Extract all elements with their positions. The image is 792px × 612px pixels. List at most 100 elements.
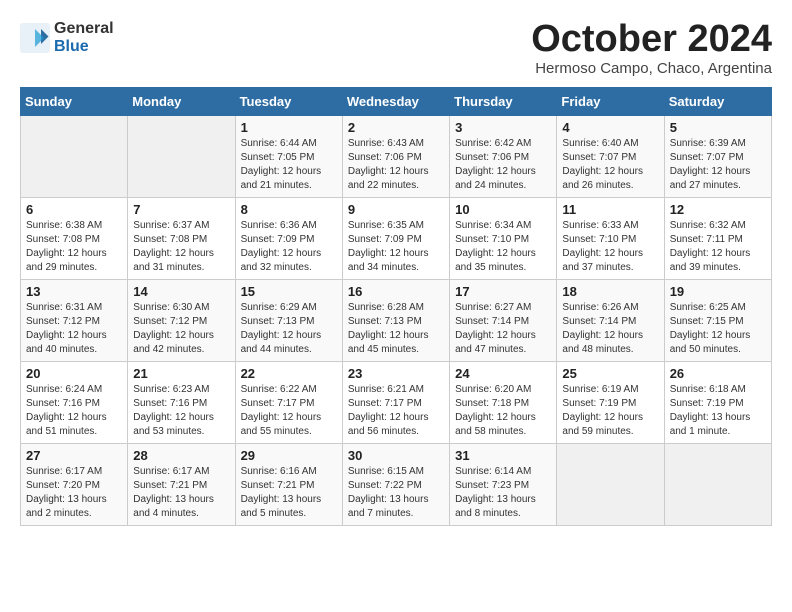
calendar-cell (21, 116, 128, 198)
weekday-header-row: SundayMondayTuesdayWednesdayThursdayFrid… (21, 88, 772, 116)
cell-info: Sunrise: 6:36 AMSunset: 7:09 PMDaylight:… (241, 219, 337, 275)
logo-text: General Blue (54, 20, 114, 55)
cell-info: Sunrise: 6:34 AMSunset: 7:10 PMDaylight:… (455, 219, 551, 275)
day-number: 28 (133, 448, 229, 463)
weekday-header-monday: Monday (128, 88, 235, 116)
location-subtitle: Hermoso Campo, Chaco, Argentina (531, 60, 772, 77)
calendar-cell: 19 Sunrise: 6:25 AMSunset: 7:15 PMDayligh… (664, 280, 771, 362)
calendar-cell: 6Sunrise: 6:38 AMSunset: 7:08 PMDaylight… (21, 198, 128, 280)
calendar-cell: 25 Sunrise: 6:19 AMSunset: 7:19 PMDayligh… (557, 362, 664, 444)
calendar-cell: 17 Sunrise: 6:27 AMSunset: 7:14 PMDayligh… (450, 280, 557, 362)
cell-info: Sunrise: 6:32 AMSunset: 7:11 PMDaylight:… (670, 219, 766, 275)
calendar-cell: 10 Sunrise: 6:34 AMSunset: 7:10 PMDayligh… (450, 198, 557, 280)
day-number: 10 (455, 202, 551, 217)
weekday-header-friday: Friday (557, 88, 664, 116)
calendar-cell: 28 Sunrise: 6:17 AMSunset: 7:21 PMDayligh… (128, 444, 235, 526)
cell-info: Sunrise: 6:17 AMSunset: 7:21 PMDaylight:… (133, 465, 229, 521)
calendar-cell: 27 Sunrise: 6:17 AMSunset: 7:20 PMDayligh… (21, 444, 128, 526)
cell-info: Sunrise: 6:18 AMSunset: 7:19 PMDaylight:… (670, 383, 766, 439)
week-row-3: 13Sunrise: 6:31 AMSunset: 7:12 PMDayligh… (21, 280, 772, 362)
calendar-cell: 31Sunrise: 6:14 AMSunset: 7:23 PMDayligh… (450, 444, 557, 526)
cell-info: Sunrise: 6:22 AMSunset: 7:17 PMDaylight:… (241, 383, 337, 439)
day-number: 8 (241, 202, 337, 217)
cell-info: Sunrise: 6:17 AMSunset: 7:20 PMDaylight:… (26, 465, 122, 521)
cell-info: Sunrise: 6:21 AMSunset: 7:17 PMDaylight:… (348, 383, 444, 439)
day-number: 11 (562, 202, 658, 217)
weekday-header-wednesday: Wednesday (342, 88, 449, 116)
day-number: 18 (562, 284, 658, 299)
cell-info: Sunrise: 6:24 AMSunset: 7:16 PMDaylight:… (26, 383, 122, 439)
cell-info: Sunrise: 6:19 AMSunset: 7:19 PMDaylight:… (562, 383, 658, 439)
calendar-cell: 16 Sunrise: 6:28 AMSunset: 7:13 PMDayligh… (342, 280, 449, 362)
day-number: 7 (133, 202, 229, 217)
day-number: 4 (562, 120, 658, 135)
calendar-cell: 23 Sunrise: 6:21 AMSunset: 7:17 PMDayligh… (342, 362, 449, 444)
weekday-header-sunday: Sunday (21, 88, 128, 116)
calendar-cell: 29 Sunrise: 6:16 AMSunset: 7:21 PMDayligh… (235, 444, 342, 526)
title-block: October 2024 Hermoso Campo, Chaco, Argen… (531, 20, 772, 77)
calendar-cell: 1 Sunrise: 6:44 AMSunset: 7:05 PMDaylight… (235, 116, 342, 198)
calendar-cell (664, 444, 771, 526)
day-number: 16 (348, 284, 444, 299)
page-header: General Blue October 2024 Hermoso Campo,… (20, 20, 772, 77)
calendar-cell: 8 Sunrise: 6:36 AMSunset: 7:09 PMDaylight… (235, 198, 342, 280)
day-number: 29 (241, 448, 337, 463)
calendar-cell: 2Sunrise: 6:43 AMSunset: 7:06 PMDaylight… (342, 116, 449, 198)
cell-info: Sunrise: 6:23 AMSunset: 7:16 PMDaylight:… (133, 383, 229, 439)
day-number: 23 (348, 366, 444, 381)
calendar-cell: 24 Sunrise: 6:20 AMSunset: 7:18 PMDayligh… (450, 362, 557, 444)
logo-general: General (54, 20, 114, 38)
calendar-table: SundayMondayTuesdayWednesdayThursdayFrid… (20, 87, 772, 526)
week-row-4: 20Sunrise: 6:24 AMSunset: 7:16 PMDayligh… (21, 362, 772, 444)
day-number: 30 (348, 448, 444, 463)
day-number: 27 (26, 448, 122, 463)
day-number: 1 (241, 120, 337, 135)
cell-info: Sunrise: 6:35 AMSunset: 7:09 PMDaylight:… (348, 219, 444, 275)
cell-info: Sunrise: 6:29 AMSunset: 7:13 PMDaylight:… (241, 301, 337, 357)
calendar-cell: 26 Sunrise: 6:18 AMSunset: 7:19 PMDayligh… (664, 362, 771, 444)
calendar-cell (557, 444, 664, 526)
week-row-1: 1 Sunrise: 6:44 AMSunset: 7:05 PMDaylight… (21, 116, 772, 198)
day-number: 19 (670, 284, 766, 299)
cell-info: Sunrise: 6:28 AMSunset: 7:13 PMDaylight:… (348, 301, 444, 357)
calendar-cell: 15 Sunrise: 6:29 AMSunset: 7:13 PMDayligh… (235, 280, 342, 362)
day-number: 25 (562, 366, 658, 381)
weekday-header-thursday: Thursday (450, 88, 557, 116)
calendar-cell: 30 Sunrise: 6:15 AMSunset: 7:22 PMDayligh… (342, 444, 449, 526)
day-number: 3 (455, 120, 551, 135)
day-number: 17 (455, 284, 551, 299)
weekday-header-tuesday: Tuesday (235, 88, 342, 116)
cell-info: Sunrise: 6:20 AMSunset: 7:18 PMDaylight:… (455, 383, 551, 439)
cell-info: Sunrise: 6:27 AMSunset: 7:14 PMDaylight:… (455, 301, 551, 357)
cell-info: Sunrise: 6:14 AMSunset: 7:23 PMDaylight:… (455, 465, 551, 521)
logo: General Blue (20, 20, 114, 55)
cell-info: Sunrise: 6:30 AMSunset: 7:12 PMDaylight:… (133, 301, 229, 357)
week-row-5: 27 Sunrise: 6:17 AMSunset: 7:20 PMDayligh… (21, 444, 772, 526)
day-number: 5 (670, 120, 766, 135)
calendar-cell: 5 Sunrise: 6:39 AMSunset: 7:07 PMDaylight… (664, 116, 771, 198)
day-number: 13 (26, 284, 122, 299)
calendar-cell: 13Sunrise: 6:31 AMSunset: 7:12 PMDayligh… (21, 280, 128, 362)
calendar-cell: 18Sunrise: 6:26 AMSunset: 7:14 PMDayligh… (557, 280, 664, 362)
day-number: 26 (670, 366, 766, 381)
calendar-cell: 9 Sunrise: 6:35 AMSunset: 7:09 PMDaylight… (342, 198, 449, 280)
weekday-header-saturday: Saturday (664, 88, 771, 116)
day-number: 12 (670, 202, 766, 217)
cell-info: Sunrise: 6:37 AMSunset: 7:08 PMDaylight:… (133, 219, 229, 275)
cell-info: Sunrise: 6:38 AMSunset: 7:08 PMDaylight:… (26, 219, 122, 275)
cell-info: Sunrise: 6:39 AMSunset: 7:07 PMDaylight:… (670, 137, 766, 193)
cell-info: Sunrise: 6:44 AMSunset: 7:05 PMDaylight:… (241, 137, 337, 193)
calendar-cell: 14Sunrise: 6:30 AMSunset: 7:12 PMDayligh… (128, 280, 235, 362)
cell-info: Sunrise: 6:15 AMSunset: 7:22 PMDaylight:… (348, 465, 444, 521)
day-number: 24 (455, 366, 551, 381)
calendar-cell: 20Sunrise: 6:24 AMSunset: 7:16 PMDayligh… (21, 362, 128, 444)
day-number: 9 (348, 202, 444, 217)
cell-info: Sunrise: 6:40 AMSunset: 7:07 PMDaylight:… (562, 137, 658, 193)
calendar-cell: 21Sunrise: 6:23 AMSunset: 7:16 PMDayligh… (128, 362, 235, 444)
cell-info: Sunrise: 6:16 AMSunset: 7:21 PMDaylight:… (241, 465, 337, 521)
week-row-2: 6Sunrise: 6:38 AMSunset: 7:08 PMDaylight… (21, 198, 772, 280)
calendar-cell: 11Sunrise: 6:33 AMSunset: 7:10 PMDayligh… (557, 198, 664, 280)
day-number: 15 (241, 284, 337, 299)
cell-info: Sunrise: 6:25 AMSunset: 7:15 PMDaylight:… (670, 301, 766, 357)
calendar-cell: 12 Sunrise: 6:32 AMSunset: 7:11 PMDayligh… (664, 198, 771, 280)
